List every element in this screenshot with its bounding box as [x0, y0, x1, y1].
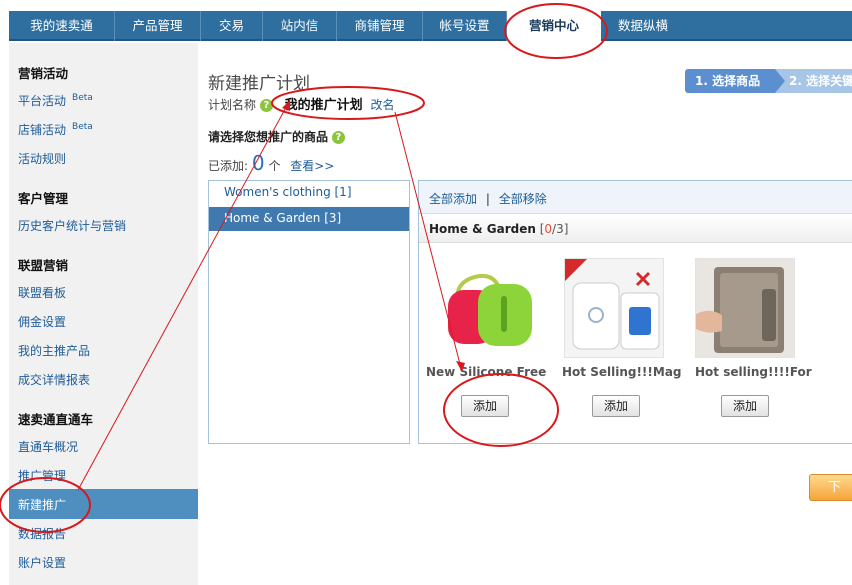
sidebar-item-main-products[interactable]: 我的主推产品 [18, 342, 90, 359]
beta-badge: Beta [72, 122, 93, 132]
rename-link[interactable]: 改名 [371, 98, 395, 112]
product-card: New Silicone Free sh 添加 [426, 258, 546, 423]
sidebar-item-promo-management[interactable]: 推广管理 [18, 467, 66, 484]
beta-badge: Beta [72, 93, 93, 103]
section-p4p: 速卖通直通车 [18, 412, 94, 427]
add-all-link[interactable]: 全部添加 [429, 192, 477, 206]
sidebar-item-data-report[interactable]: 数据报告 [18, 525, 66, 542]
sidebar-item-account-settings[interactable]: 账户设置 [18, 554, 66, 571]
total-count: 3 [556, 222, 564, 236]
product-name[interactable]: Hot Selling!!!Magic [562, 365, 682, 379]
step-select-keywords: 2. 选择关键词 [775, 69, 852, 93]
add-product-button[interactable]: 添加 [461, 395, 509, 417]
section-customer-management: 客户管理 [18, 191, 69, 206]
added-label: 已添加: [208, 159, 249, 173]
sidebar-item-new-promotion[interactable]: 新建推广 [9, 489, 198, 519]
step-arrow-icon [775, 69, 785, 93]
product-category-header: Home & Garden [0/3] [419, 215, 852, 243]
page-title: 新建推广计划 [208, 74, 310, 94]
sidebar-item-label: 店铺活动 [18, 123, 67, 137]
product-card: Hot selling!!!!For i 添加 [695, 258, 815, 423]
sidebar-item-platform-activity[interactable]: 平台活动 Beta [18, 92, 93, 109]
sidebar-item-label: 新建推广 [18, 498, 67, 512]
section-affiliate: 联盟营销 [18, 258, 69, 273]
tab-my-aliexpress[interactable]: 我的速卖通 [9, 11, 115, 41]
added-count: 0 [251, 151, 265, 175]
tab-products[interactable]: 产品管理 [115, 11, 201, 41]
sidebar-item-activity-rules[interactable]: 活动规则 [18, 150, 66, 167]
tab-account[interactable]: 帐号设置 [423, 11, 507, 41]
product-card: Hot Selling!!!Magic 添加 [562, 258, 682, 423]
product-category-name: Home & Garden [429, 222, 536, 236]
tab-trade[interactable]: 交易 [201, 11, 263, 41]
product-name[interactable]: Hot selling!!!!For i [695, 365, 815, 379]
select-prompt: 请选择您想推广的商品 [208, 130, 329, 144]
main-content: 新建推广计划 计划名称 ? 我的推广计划 改名 请选择您想推广的商品 ? 已添加… [198, 43, 852, 585]
sidebar-item-deal-report[interactable]: 成交详情报表 [18, 371, 90, 388]
view-added-link[interactable]: 查看>> [290, 159, 334, 173]
category-home-garden[interactable]: Home & Garden [3] [209, 207, 409, 231]
remove-all-link[interactable]: 全部移除 [499, 192, 547, 206]
add-product-button[interactable]: 添加 [721, 395, 769, 417]
plan-name-value: 我的推广计划 [284, 98, 363, 113]
sidebar-item-store-activity[interactable]: 店铺活动 Beta [18, 121, 93, 138]
select-prompt-row: 请选择您想推广的商品 ? [208, 128, 345, 145]
product-toolbar: 全部添加 | 全部移除 [419, 181, 852, 214]
bracket-close: ] [563, 222, 569, 236]
added-count-row: 已添加: 0 个 查看>> [208, 151, 334, 175]
step-select-products: 1. 选择商品 [685, 69, 775, 93]
tab-marketing[interactable]: 营销中心 [507, 11, 601, 41]
sidebar-item-customer-stats[interactable]: 历史客户统计与营销 [18, 217, 126, 234]
toolbar-separator: | [485, 192, 490, 206]
product-image-silicone[interactable] [440, 258, 540, 358]
added-unit: 个 [268, 159, 281, 173]
product-image-tablet-case[interactable] [695, 258, 795, 358]
plan-name-row: 计划名称 ? 我的推广计划 改名 [208, 94, 395, 113]
help-icon[interactable]: ? [259, 99, 273, 112]
section-marketing-activities: 营销活动 [18, 66, 69, 81]
product-name[interactable]: New Silicone Free sh [426, 365, 546, 379]
category-list: Women's clothing [1] Home & Garden [3] [208, 180, 410, 444]
product-panel: 全部添加 | 全部移除 Home & Garden [0/3] New Sili… [418, 180, 852, 444]
tab-data[interactable]: 数据纵横 [601, 11, 685, 41]
product-image-doorbell[interactable] [564, 258, 664, 358]
add-product-button[interactable]: 添加 [592, 395, 640, 417]
help-icon[interactable]: ? [331, 131, 345, 144]
plan-name-label: 计划名称 [208, 98, 257, 112]
selected-count: 0 [544, 222, 553, 236]
sidebar-item-affiliate-board[interactable]: 联盟看板 [18, 284, 66, 301]
next-step-button[interactable]: 下一步 [809, 474, 852, 501]
top-nav: 我的速卖通 产品管理 交易 站内信 商铺管理 帐号设置 营销中心 数据纵横 [9, 11, 852, 41]
tab-store[interactable]: 商铺管理 [337, 11, 423, 41]
sidebar-item-commission[interactable]: 佣金设置 [18, 313, 66, 330]
sidebar-item-label: 平台活动 [18, 94, 67, 108]
category-womens-clothing[interactable]: Women's clothing [1] [209, 181, 409, 205]
sidebar-item-p4p-overview[interactable]: 直通车概况 [18, 438, 78, 455]
tab-messages[interactable]: 站内信 [263, 11, 337, 41]
